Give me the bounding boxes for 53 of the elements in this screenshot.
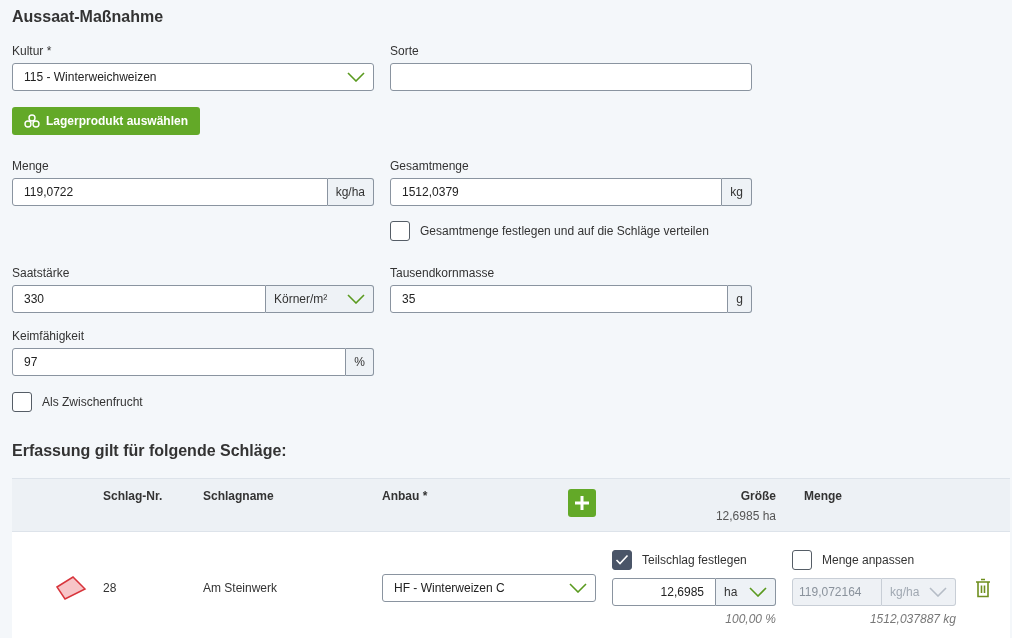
- column-header: Anbau *: [382, 489, 428, 503]
- chevron-icon: [347, 72, 365, 82]
- checkbox[interactable]: [12, 392, 32, 412]
- unit-dropdown[interactable]: Körner/m²: [266, 285, 374, 313]
- checkbox-label: Gesamtmenge festlegen und auf die Schläge verteilen: [420, 224, 709, 238]
- text-input[interactable]: 1512,0379: [390, 178, 723, 206]
- text-input[interactable]: 97: [12, 348, 347, 376]
- chevron-icon: [569, 582, 587, 593]
- text-input[interactable]: 330: [12, 285, 266, 313]
- field-shape-icon: [55, 574, 87, 601]
- field-label: Saatstärke: [12, 266, 71, 280]
- total-size: 12,6985 ha: [715, 509, 776, 523]
- checkbox-label: Teilschlag festlegen: [642, 552, 747, 567]
- checkbox[interactable]: [792, 549, 812, 570]
- chevron-icon: [347, 294, 365, 304]
- field-label: Keimfähigkeit: [12, 329, 86, 343]
- trash-icon[interactable]: [975, 577, 991, 598]
- total-amount: 1512,037887 kg: [868, 611, 956, 626]
- column-header: Menge: [803, 489, 843, 505]
- crop-dropdown[interactable]: HF - Winterweizen C: [382, 573, 596, 602]
- field-label: Menge: [12, 159, 50, 173]
- table-cell-text: 28: [103, 580, 118, 595]
- chevron-icon: [929, 586, 947, 597]
- unit-label: %: [346, 348, 374, 376]
- add-button[interactable]: [568, 489, 596, 517]
- plus-icon: [574, 495, 590, 511]
- checkbox-label: Menge anpassen: [822, 552, 915, 567]
- checkbox-label: Als Zwischenfrucht: [42, 395, 143, 409]
- area-input[interactable]: 12,6985: [612, 577, 716, 606]
- field-label: Sorte: [390, 44, 420, 58]
- unit-label: kg/ha: [327, 178, 374, 206]
- column-header: Größe: [740, 489, 776, 503]
- variety-input[interactable]: [390, 63, 752, 91]
- field-label: Tausendkornmasse: [390, 266, 496, 280]
- page-title: Aussaat-Maßnahme: [12, 8, 165, 26]
- unit-label: kg: [722, 178, 752, 206]
- area-share: 100,00 %: [724, 611, 776, 626]
- text-input[interactable]: 119,0722: [12, 178, 328, 206]
- checkmark-icon: [615, 553, 629, 566]
- section-heading: Erfassung gilt für folgende Schläge:: [12, 442, 288, 460]
- text-input[interactable]: 35: [390, 285, 729, 313]
- unit-label: g: [728, 285, 752, 313]
- chevron-icon: [749, 586, 767, 597]
- checkbox[interactable]: [612, 549, 632, 570]
- unit-dropdown[interactable]: ha: [716, 577, 776, 606]
- stack-icon: [24, 114, 40, 128]
- table-cell-text: Am Steinwerk: [203, 580, 279, 595]
- column-header: Schlag-Nr.: [103, 489, 164, 505]
- column-header: Schlagname: [203, 489, 275, 505]
- field-label: Kultur *: [12, 44, 53, 58]
- field-label: Gesamtmenge: [390, 159, 470, 173]
- checkbox[interactable]: [390, 221, 410, 241]
- crop-dropdown[interactable]: 115 - Winterweichweizen: [12, 63, 374, 91]
